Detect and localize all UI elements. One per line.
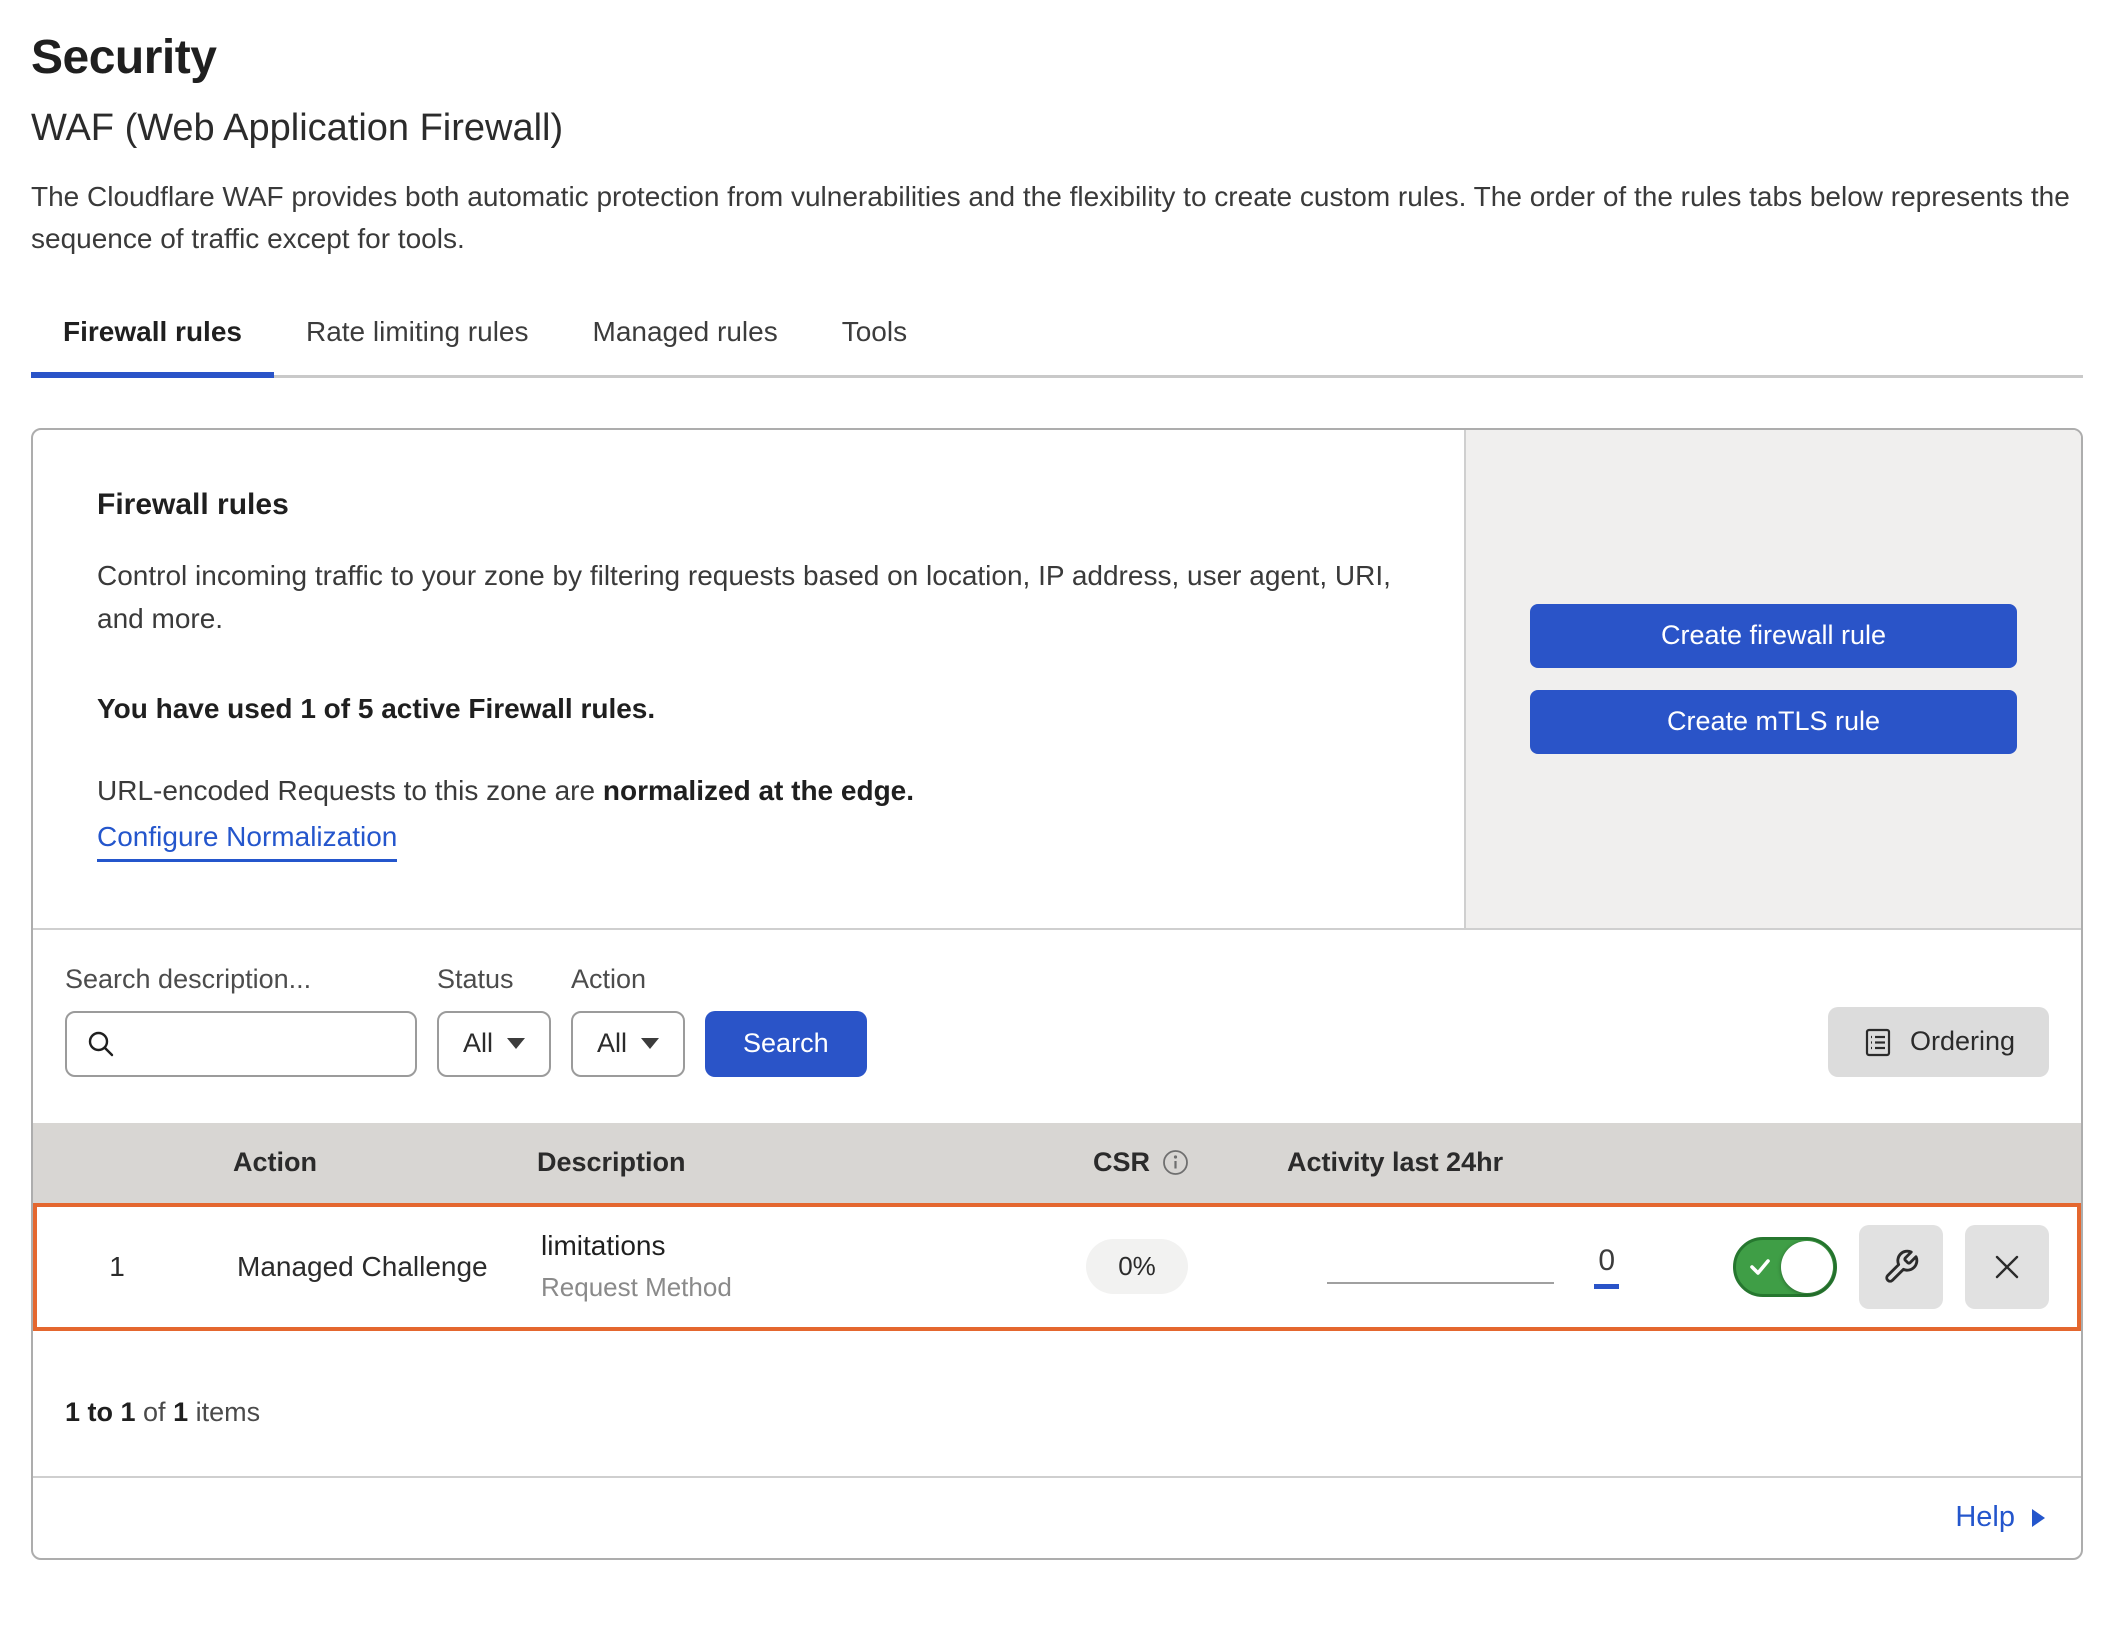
action-filter-group: Action All	[571, 964, 685, 1077]
table-row: 1 Managed Challenge limitations Request …	[33, 1203, 2081, 1331]
ordering-button-label: Ordering	[1910, 1026, 2015, 1057]
pagination-summary: 1 to 1 of 1 items	[33, 1331, 2081, 1476]
rule-activity-cell: 0	[1257, 1244, 1697, 1289]
activity-sparkline	[1327, 1282, 1554, 1284]
card-heading: Firewall rules	[97, 488, 1400, 522]
tab-firewall-rules[interactable]: Firewall rules	[31, 300, 274, 378]
toggle-knob	[1781, 1241, 1833, 1293]
card-top-section: Firewall rules Control incoming traffic …	[33, 430, 2081, 930]
summary-range: 1 to 1	[65, 1397, 136, 1427]
help-row: Help	[33, 1476, 2081, 1558]
tab-managed-rules[interactable]: Managed rules	[561, 300, 810, 378]
normalization-text: URL-encoded Requests to this zone are	[97, 775, 603, 806]
filter-bar: Search description... Status All Action	[33, 930, 2081, 1123]
rule-enabled-toggle[interactable]	[1733, 1237, 1837, 1297]
action-dropdown[interactable]: All	[571, 1011, 685, 1077]
rule-action: Managed Challenge	[197, 1251, 527, 1283]
rule-description: limitations	[541, 1230, 1017, 1262]
rule-controls	[1697, 1225, 2077, 1309]
delete-rule-button[interactable]	[1965, 1225, 2049, 1309]
search-icon	[85, 1028, 117, 1060]
status-label: Status	[437, 964, 551, 995]
list-ordering-icon	[1862, 1026, 1894, 1058]
arrow-right-icon	[2029, 1506, 2047, 1530]
summary-total: 1	[173, 1397, 188, 1427]
create-mtls-rule-button[interactable]: Create mTLS rule	[1530, 690, 2017, 754]
page-description: The Cloudflare WAF provides both automat…	[31, 176, 2083, 260]
wrench-icon	[1882, 1248, 1920, 1286]
help-link[interactable]: Help	[1955, 1501, 2047, 1534]
summary-of: of	[136, 1397, 174, 1427]
rule-csr-cell: 0%	[1017, 1239, 1257, 1294]
close-icon	[1990, 1250, 2024, 1284]
security-waf-page: Security WAF (Web Application Firewall) …	[0, 0, 2114, 1560]
tab-rate-limiting-rules[interactable]: Rate limiting rules	[274, 300, 561, 378]
search-box	[65, 1011, 417, 1077]
chevron-down-icon	[507, 1038, 525, 1049]
header-action: Action	[193, 1147, 523, 1178]
header-csr-label: CSR	[1093, 1147, 1150, 1178]
create-firewall-rule-button[interactable]: Create firewall rule	[1530, 604, 2017, 668]
header-activity: Activity last 24hr	[1261, 1147, 1701, 1178]
page-title: Security	[31, 30, 2083, 85]
rule-description-cell: limitations Request Method	[527, 1230, 1017, 1303]
edit-rule-button[interactable]	[1859, 1225, 1943, 1309]
info-icon[interactable]	[1162, 1149, 1189, 1176]
help-link-label: Help	[1955, 1501, 2015, 1534]
activity-count-link[interactable]: 0	[1594, 1244, 1619, 1289]
status-dropdown-value: All	[463, 1028, 493, 1059]
action-label: Action	[571, 964, 685, 995]
header-csr: CSR	[1021, 1147, 1261, 1178]
normalization-note: URL-encoded Requests to this zone are no…	[97, 775, 1400, 807]
search-label: Search description...	[65, 964, 417, 995]
configure-normalization-link[interactable]: Configure Normalization	[97, 821, 397, 862]
firewall-rules-info: Firewall rules Control incoming traffic …	[33, 430, 1464, 928]
status-dropdown[interactable]: All	[437, 1011, 551, 1077]
chevron-down-icon	[641, 1038, 659, 1049]
normalization-bold: normalized at the edge.	[603, 775, 914, 806]
waf-tab-bar: Firewall rules Rate limiting rules Manag…	[31, 300, 2083, 378]
check-icon	[1748, 1255, 1772, 1279]
rule-expression: Request Method	[541, 1272, 1017, 1303]
create-rule-panel: Create firewall rule Create mTLS rule	[1464, 430, 2081, 928]
action-dropdown-value: All	[597, 1028, 627, 1059]
search-group: Search description...	[65, 964, 417, 1077]
card-description: Control incoming traffic to your zone by…	[97, 554, 1397, 641]
page-subtitle: WAF (Web Application Firewall)	[31, 107, 2083, 150]
header-description: Description	[523, 1147, 1021, 1178]
tab-tools[interactable]: Tools	[810, 300, 939, 378]
rule-priority: 1	[37, 1251, 197, 1283]
table-header: Action Description CSR Activity last 24h…	[33, 1123, 2081, 1203]
search-button[interactable]: Search	[705, 1011, 867, 1077]
csr-badge: 0%	[1086, 1239, 1188, 1294]
search-input[interactable]	[129, 1028, 397, 1059]
firewall-rules-card: Firewall rules Control incoming traffic …	[31, 428, 2083, 1560]
usage-summary: You have used 1 of 5 active Firewall rul…	[97, 693, 1400, 725]
status-filter-group: Status All	[437, 964, 551, 1077]
summary-items: items	[188, 1397, 260, 1427]
ordering-button[interactable]: Ordering	[1828, 1007, 2049, 1077]
